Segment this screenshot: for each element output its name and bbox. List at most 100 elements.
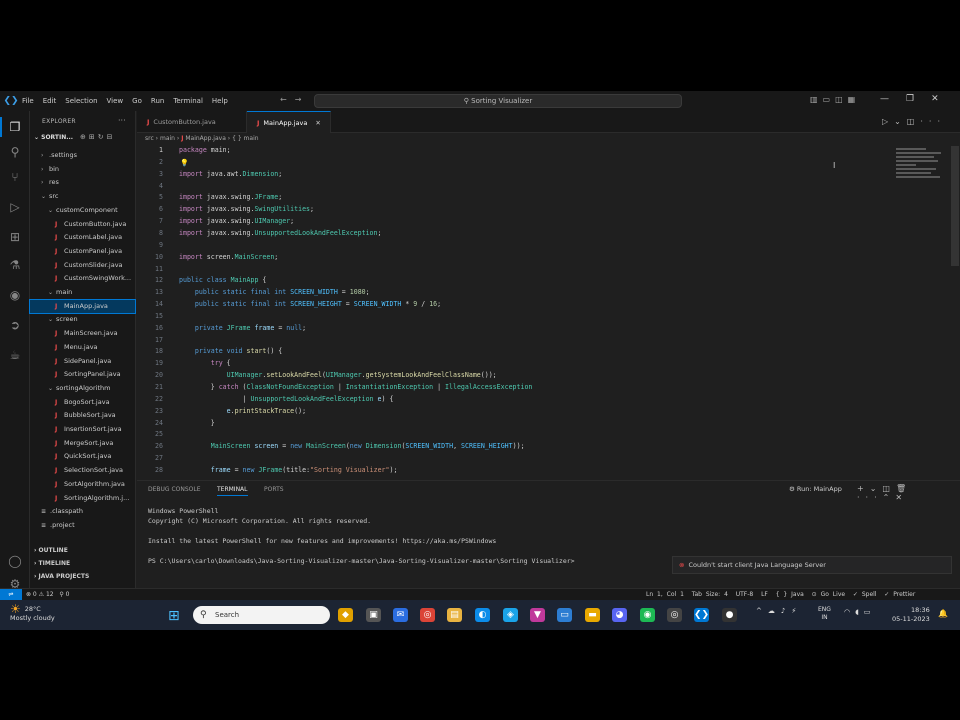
menu-terminal[interactable]: Terminal [173, 97, 203, 105]
java-projects-icon[interactable]: ☕ [6, 347, 24, 363]
cursor-position[interactable]: Ln 1, Col 1 [646, 591, 684, 598]
code-line[interactable]: import javax.swing.UnsupportedLookAndFee… [179, 229, 382, 237]
tree-file[interactable]: ≡ .classpath [30, 505, 135, 519]
tree-folder[interactable]: › .settings [30, 149, 135, 163]
explorer-icon[interactable]: ❐ [6, 119, 24, 135]
breadcrumb-main[interactable]: main [160, 135, 175, 142]
code-line[interactable]: try { [179, 359, 231, 367]
tab-terminal[interactable]: TERMINAL [217, 486, 248, 496]
breadcrumb-file[interactable]: MainApp.java [185, 135, 226, 142]
testing-icon[interactable]: ⚗ [6, 257, 24, 273]
clock[interactable]: 18:36 05-11-2023 [892, 606, 930, 624]
discord-icon[interactable]: ◕ [612, 608, 627, 622]
mail-icon[interactable]: ▭ [557, 608, 572, 622]
tree-file[interactable]: J InsertionSort.java [30, 423, 135, 437]
obs-icon[interactable]: ● [722, 608, 737, 622]
menu-help[interactable]: Help [212, 97, 228, 105]
tree-file[interactable]: J MergeSort.java [30, 437, 135, 451]
window-controls[interactable]: —❐✕ [880, 94, 956, 104]
account-icon[interactable]: ◯ [6, 553, 24, 569]
teams-icon[interactable]: ✉ [393, 608, 408, 622]
editor-actions[interactable]: ▷⌄◫··· [882, 117, 946, 126]
tree-file[interactable]: J CustomPanel.java [30, 245, 135, 259]
start-icon[interactable]: ⊞ [168, 608, 180, 624]
tree-folder[interactable]: ⌄ screen [30, 313, 135, 327]
ports-count[interactable]: ⚲ 0 [59, 591, 69, 598]
tree-folder[interactable]: ⌄ sortingAlgorithm [30, 382, 135, 396]
task-view-icon[interactable]: ▣ [366, 608, 381, 622]
tree-folder[interactable]: › res [30, 176, 135, 190]
code-editor[interactable]: 1 package main; 2 3 import java.awt.Dimensio… [137, 146, 897, 478]
tree-file[interactable]: J MainApp.java [29, 298, 136, 315]
encoding[interactable]: UTF-8 [736, 591, 754, 598]
tree-folder[interactable]: ⌄ main [30, 286, 135, 300]
menu-selection[interactable]: Selection [65, 97, 97, 105]
extensions-icon[interactable]: ⊞ [6, 229, 24, 245]
code-line[interactable]: import javax.swing.SwingUtilities; [179, 205, 314, 213]
tab-size[interactable]: Tab Size: 4 [692, 591, 728, 598]
prettier-status[interactable]: ✓ Prettier [884, 591, 915, 598]
code-line[interactable]: MainScreen screen = new MainScreen(new D… [179, 442, 525, 450]
tree-folder[interactable]: ⌄ src [30, 190, 135, 204]
source-control-icon[interactable]: ⑂ [6, 169, 24, 185]
breadcrumb-symbol[interactable]: { } main [232, 135, 258, 142]
run-debug-icon[interactable]: ▷ [6, 199, 24, 215]
live-share-icon[interactable]: ➲ [6, 317, 24, 333]
search-icon[interactable]: ⚲ [6, 144, 24, 160]
code-line[interactable]: package main; [179, 146, 231, 154]
tree-folder[interactable]: ⌄ customComponent [30, 204, 135, 218]
tab-ports[interactable]: PORTS [264, 486, 284, 493]
section-java-projects[interactable]: › JAVA PROJECTS [34, 573, 89, 580]
code-line[interactable]: UIManager.setLookAndFeel(UIManager.getSy… [179, 371, 497, 379]
code-line[interactable]: public static final int SCREEN_WIDTH = 1… [179, 288, 370, 296]
code-line[interactable]: | UnsupportedLookAndFeelException e) { [179, 395, 394, 403]
tab-custombutton[interactable]: J CustomButton.java [137, 111, 247, 133]
remote-explorer-icon[interactable]: ◉ [6, 287, 24, 303]
menu-run[interactable]: Run [151, 97, 164, 105]
menu-edit[interactable]: Edit [43, 97, 57, 105]
menu-file[interactable]: File [22, 97, 34, 105]
breadcrumb-src[interactable]: src [145, 135, 154, 142]
tab-debug-console[interactable]: DEBUG CONSOLE [148, 486, 201, 493]
tree-file[interactable]: J SortingPanel.java [30, 368, 135, 382]
notification-bell-icon[interactable]: 🔔 [938, 609, 948, 618]
more-actions-icon[interactable]: ··· [118, 116, 126, 125]
section-outline[interactable]: › OUTLINE [34, 547, 68, 554]
code-line[interactable]: import javax.swing.UIManager; [179, 217, 294, 225]
network-volume-battery-icons[interactable]: ◠◖▭ [844, 608, 875, 616]
tree-folder[interactable]: › bin [30, 163, 135, 177]
copilot-icon[interactable]: ◆ [338, 608, 353, 622]
command-center-search[interactable]: ⚲ Sorting Visualizer [314, 94, 682, 108]
tree-file[interactable]: J BogoSort.java [30, 396, 135, 410]
tree-file[interactable]: J CustomButton.java [30, 218, 135, 232]
error-notification[interactable]: ⊗ Couldn't start client Java Language Ser… [672, 556, 952, 574]
weather-widget[interactable]: ☀ 28°C Mostly cloudy [10, 603, 55, 623]
code-line[interactable]: public class MainApp { [179, 276, 266, 284]
system-tray[interactable]: ^☁♪⚡ [756, 607, 802, 615]
folder-icon[interactable]: ▬ [585, 608, 600, 622]
code-line[interactable]: public static final int SCREEN_HEIGHT = … [179, 300, 441, 308]
chrome-icon[interactable]: ◎ [420, 608, 435, 622]
code-line[interactable]: private void start() { [179, 347, 282, 355]
taskbar-search[interactable]: ⚲ Search [193, 606, 330, 624]
language-indicator[interactable]: ENG IN [818, 606, 831, 622]
nav-arrows[interactable]: ←→ [280, 95, 309, 104]
tree-file[interactable]: J CustomSwingWork... [30, 272, 135, 286]
code-line[interactable]: import javax.swing.JFrame; [179, 193, 282, 201]
store-icon[interactable]: ◈ [503, 608, 518, 622]
menu-view[interactable]: View [107, 97, 124, 105]
tab-mainapp[interactable]: J MainApp.java ✕ [247, 111, 331, 133]
tree-file[interactable]: J CustomSlider.java [30, 259, 135, 273]
tree-file[interactable]: J BubbleSort.java [30, 409, 135, 423]
menu-go[interactable]: Go [132, 97, 142, 105]
file-explorer-icon[interactable]: ▤ [447, 608, 462, 622]
section-timeline[interactable]: › TIMELINE [34, 560, 70, 567]
tree-file[interactable]: J QuickSort.java [30, 450, 135, 464]
spotify-icon[interactable]: ◉ [640, 608, 655, 622]
layout-controls[interactable]: ▥▭◫▦ [810, 95, 860, 104]
tree-file[interactable]: J SortingAlgorithm.j... [30, 492, 135, 506]
edge-icon[interactable]: ◐ [475, 608, 490, 622]
tree-file[interactable]: J Menu.java [30, 341, 135, 355]
code-line[interactable]: private JFrame frame = null; [179, 324, 306, 332]
code-line[interactable]: } catch (ClassNotFoundException | Instan… [179, 383, 533, 391]
